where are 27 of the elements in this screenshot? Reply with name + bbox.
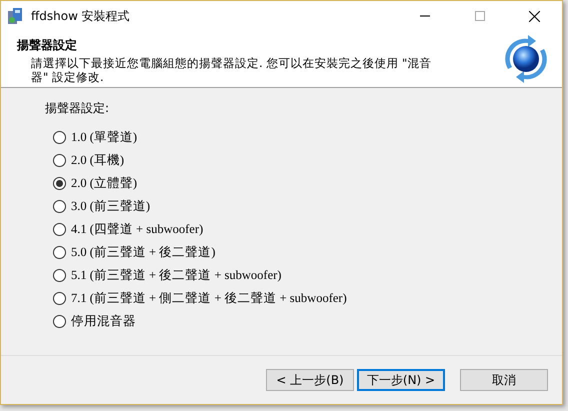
radio-button[interactable] bbox=[53, 177, 66, 190]
close-icon[interactable] bbox=[529, 10, 540, 22]
page-title: 揚聲器設定 bbox=[17, 37, 78, 54]
radio-button[interactable] bbox=[53, 315, 66, 328]
radio-button[interactable] bbox=[53, 269, 66, 282]
radio-button[interactable] bbox=[53, 223, 66, 236]
wizard-button[interactable]: < 上一步(B) bbox=[266, 369, 354, 391]
page-description: 請選擇以下最接近您電腦組態的揚聲器設定. 您可以在安裝完之後使用 "混音器" 設定修改. bbox=[31, 56, 432, 84]
radio-option[interactable]: 5.1 (前三聲道 + 後二聲道 + subwoofer) bbox=[45, 264, 562, 287]
radio-option[interactable]: 2.0 (立體聲) bbox=[45, 172, 562, 195]
radio-option[interactable]: 5.0 (前三聲道 + 後二聲道) bbox=[45, 241, 562, 264]
radio-option[interactable]: 2.0 (耳機) bbox=[45, 149, 562, 172]
window-title: ffdshow 安裝程式 bbox=[31, 8, 131, 24]
wizard-button[interactable]: 下一步(N) > bbox=[357, 369, 445, 391]
radio-button[interactable] bbox=[53, 154, 66, 167]
radio-option[interactable]: 4.1 (四聲道 + subwoofer) bbox=[45, 218, 562, 241]
radio-option[interactable]: 停用混音器 bbox=[45, 310, 562, 333]
radio-button[interactable] bbox=[53, 131, 66, 144]
installer-icon bbox=[7, 7, 23, 25]
radio-button[interactable] bbox=[53, 292, 66, 305]
group-label: 揚聲器設定: bbox=[45, 100, 110, 117]
radio-button[interactable] bbox=[53, 246, 66, 259]
wizard-button[interactable]: 取消 bbox=[460, 369, 548, 391]
radio-button[interactable] bbox=[53, 200, 66, 213]
radio-option[interactable]: 1.0 (單聲道) bbox=[45, 126, 562, 149]
radio-option[interactable]: 7.1 (前三聲道 + 側二聲道 + 後二聲道 + subwoofer) bbox=[45, 287, 562, 310]
radio-option[interactable]: 3.0 (前三聲道) bbox=[45, 195, 562, 218]
